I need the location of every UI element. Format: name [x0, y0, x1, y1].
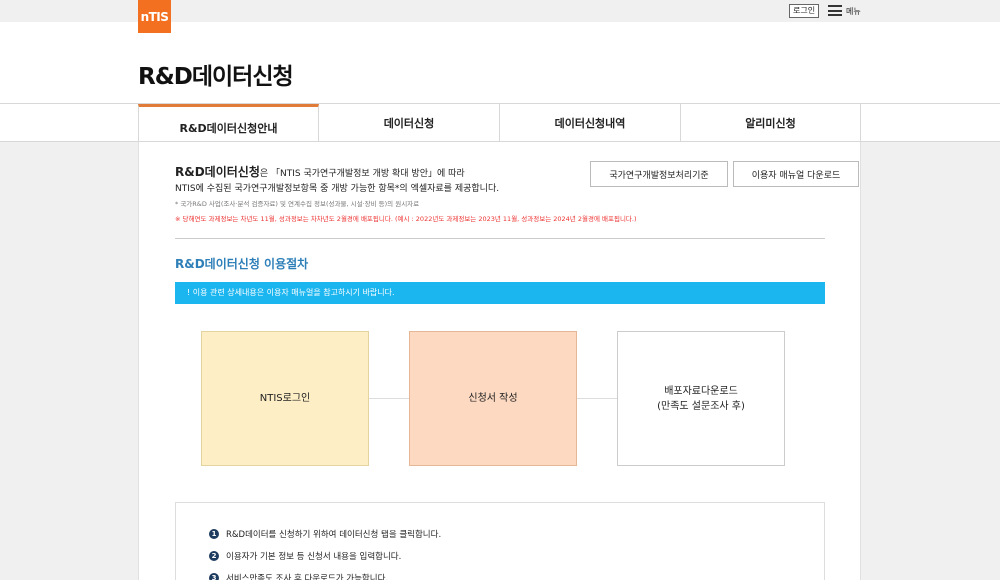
- guide-text: 이용자가 기본 정보 등 신청서 내용을 입력합니다.: [226, 552, 402, 562]
- step-connector: [577, 398, 617, 399]
- tab-bar: R&D데이터신청안내 데이터신청 데이터신청내역 알리미신청: [0, 104, 1000, 142]
- intro-line-1: R&D데이터신청은 「NTIS 국가연구개발정보 개방 확대 방안」에 따라: [175, 163, 465, 180]
- tab-data-request[interactable]: 데이터신청: [319, 104, 500, 142]
- list-item: 3 서비스만족도 조사 후 다운로드가 가능합니다.: [209, 572, 388, 580]
- step-number-badge: 1: [209, 529, 219, 539]
- step-number-badge: 3: [209, 573, 219, 580]
- section-divider: [175, 238, 825, 239]
- page-header: R&D데이터신청: [0, 22, 1000, 104]
- release-schedule-note: ※ 당해연도 과제정보는 차년도 11월, 성과정보는 차차년도 2월경에 배포…: [175, 215, 637, 223]
- menu-label[interactable]: 메뉴: [846, 6, 861, 17]
- intro-title: R&D데이터신청: [175, 165, 260, 179]
- procedure-section-title: R&D데이터신청 이용절차: [175, 257, 309, 271]
- step-connector: [369, 398, 409, 399]
- guide-box: [175, 502, 825, 580]
- page-title: R&D데이터신청: [138, 64, 294, 90]
- processing-criteria-button[interactable]: 국가연구개발정보처리기준: [590, 161, 728, 187]
- guide-text: 서비스만족도 조사 후 다운로드가 가능합니다.: [226, 574, 389, 580]
- step-number-badge: 2: [209, 551, 219, 561]
- tab-alert-request[interactable]: 알리미신청: [681, 104, 861, 142]
- login-button[interactable]: 로그인: [789, 4, 820, 18]
- list-item: 2 이용자가 기본 정보 등 신청서 내용을 입력합니다.: [209, 550, 401, 562]
- hamburger-menu-icon[interactable]: [828, 5, 842, 16]
- info-banner: ! 이용 관련 상세내용은 이용자 매뉴얼을 참고하시기 바랍니다.: [175, 282, 825, 304]
- tab-request-history[interactable]: 데이터신청내역: [500, 104, 681, 142]
- step-download-data: 배포자료다운로드 (만족도 설문조사 후): [617, 331, 785, 466]
- step-write-application: 신청서 작성: [409, 331, 577, 466]
- intro-line-2: NTIS에 수집된 국가연구개발정보항목 중 개방 가능한 항목*의 엑셀자료를…: [175, 184, 500, 194]
- step-ntis-login: NTIS로그인: [201, 331, 369, 466]
- intro-footnote: * 국가R&D 사업(조사·분석 검증자료) 및 연계수집 정보(성과물, 시설…: [175, 200, 420, 208]
- tab-rnd-data-guide[interactable]: R&D데이터신청안내: [138, 104, 319, 142]
- ntis-logo[interactable]: nTIS: [138, 0, 171, 33]
- list-item: 1 R&D데이터를 신청하기 위하여 데이터신청 탭을 클릭합니다.: [209, 528, 441, 540]
- manual-download-button[interactable]: 이용자 매뉴얼 다운로드: [733, 161, 859, 187]
- guide-text: R&D데이터를 신청하기 위하여 데이터신청 탭을 클릭합니다.: [226, 530, 442, 540]
- intro-line-1-text: 은 「NTIS 국가연구개발정보 개방 확대 방안」에 따라: [259, 169, 465, 179]
